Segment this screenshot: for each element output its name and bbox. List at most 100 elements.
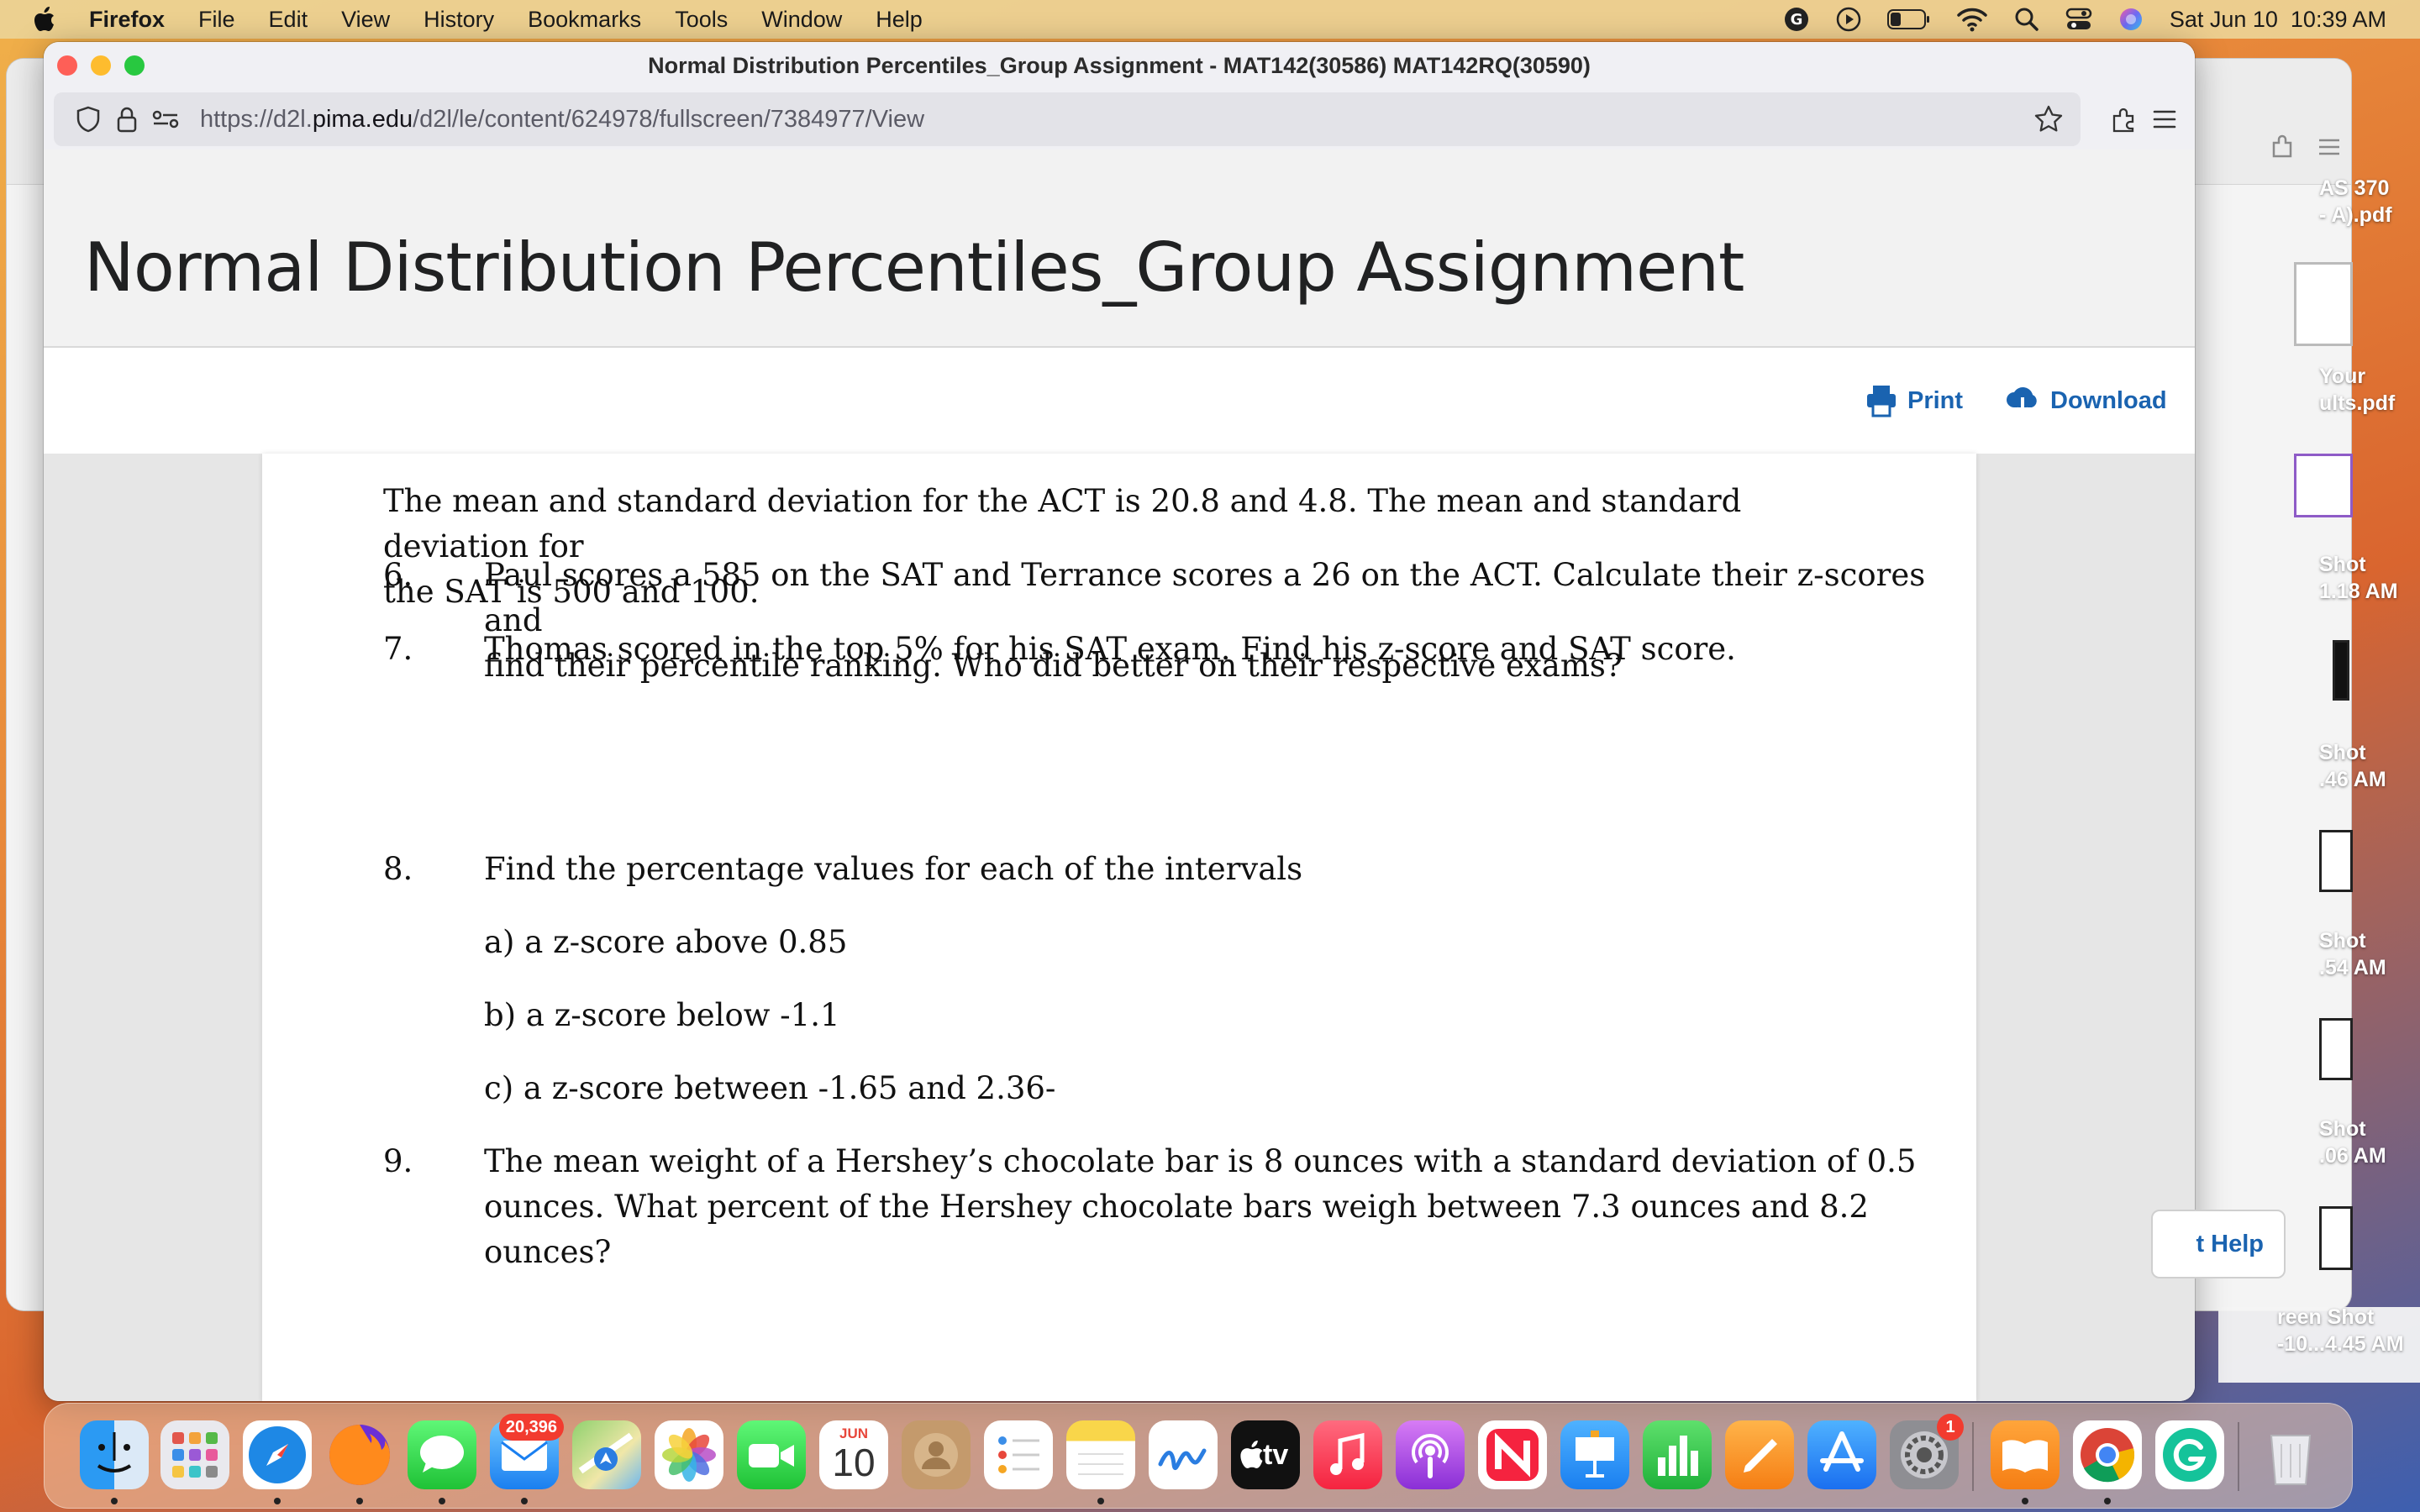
window-titlebar[interactable]: Normal Distribution Percentiles_Group As… <box>44 42 2195 89</box>
print-button[interactable]: Print <box>1865 380 1963 422</box>
maps-icon[interactable] <box>572 1420 641 1489</box>
question-part: a) a z-score above 0.85 <box>484 924 848 960</box>
desktop-file-thumbnail[interactable] <box>2319 830 2353 892</box>
spotlight-search-icon[interactable] <box>2013 6 2040 33</box>
numbers-icon[interactable] <box>1643 1420 1712 1489</box>
download-button[interactable]: Download <box>2005 380 2167 422</box>
calendar-month: JUN <box>839 1425 868 1441</box>
browser-window: Normal Distribution Percentiles_Group As… <box>44 42 2195 1401</box>
get-help-button[interactable]: t Help <box>2151 1210 2286 1278</box>
apple-logo-icon[interactable] <box>34 7 55 32</box>
desktop-file-label[interactable]: Shot 1.18 AM <box>2319 551 2420 605</box>
desktop-file-thumbnail[interactable] <box>2333 640 2349 701</box>
permissions-icon[interactable] <box>151 105 180 134</box>
question-text: Find the percentage values for each of t… <box>484 851 1303 887</box>
question-part: b) a z-score below -1.1 <box>484 997 840 1033</box>
wifi-icon[interactable] <box>1956 6 1988 33</box>
window-title: Normal Distribution Percentiles_Group As… <box>648 53 1591 78</box>
bookmark-star-icon[interactable] <box>2033 104 2064 134</box>
siri-icon[interactable] <box>2118 6 2144 33</box>
grammarly-status-icon[interactable]: G <box>1783 6 1810 33</box>
safari-icon[interactable] <box>243 1420 312 1489</box>
finder-icon[interactable] <box>80 1420 149 1489</box>
chrome-icon[interactable] <box>2073 1420 2142 1489</box>
menu-help[interactable]: Help <box>876 7 923 33</box>
news-icon[interactable] <box>1478 1420 1547 1489</box>
menu-bookmarks[interactable]: Bookmarks <box>528 7 641 33</box>
contacts-icon[interactable] <box>902 1420 971 1489</box>
running-indicator <box>1097 1498 1104 1504</box>
messages-icon[interactable] <box>408 1420 476 1489</box>
desktop-file-thumbnail[interactable] <box>2294 262 2353 346</box>
desktop-file-label[interactable]: Shot .46 AM <box>2319 739 2420 793</box>
menu-view[interactable]: View <box>341 7 390 33</box>
mail-icon[interactable]: 20,396 <box>490 1414 564 1489</box>
desktop-file-thumbnail[interactable] <box>2294 454 2353 517</box>
menu-bar-clock[interactable]: Sat Jun 10 10:39 AM <box>2170 7 2386 33</box>
hamburger-menu-icon[interactable] <box>2316 134 2343 160</box>
dock-separator <box>1972 1422 1974 1491</box>
trash-icon[interactable] <box>2256 1420 2325 1489</box>
firefox-icon[interactable] <box>325 1420 394 1489</box>
question-number: 8. <box>383 851 413 887</box>
freeform-icon[interactable] <box>1149 1420 1218 1489</box>
books-icon[interactable] <box>1991 1420 2060 1489</box>
running-indicator <box>439 1498 445 1504</box>
extensions-puzzle-icon[interactable] <box>2109 104 2139 134</box>
printer-icon <box>1867 386 1896 417</box>
question-part: c) a z-score between -1.65 and 2.36- <box>484 1070 1056 1106</box>
pages-icon[interactable] <box>1725 1420 1794 1489</box>
running-indicator <box>274 1498 281 1504</box>
dock-separator <box>2238 1422 2239 1491</box>
question-number: 6. <box>383 557 413 593</box>
music-icon[interactable] <box>1313 1420 1382 1489</box>
desktop-file-label[interactable]: Your ults.pdf <box>2319 363 2420 417</box>
menu-tools[interactable]: Tools <box>675 7 728 33</box>
address-bar[interactable]: https://d2l.pima.edu/d2l/le/content/6249… <box>54 92 2081 146</box>
settings-update-badge: 1 <box>1937 1414 1964 1441</box>
desktop-file-label[interactable]: Shot .54 AM <box>2319 927 2420 981</box>
running-indicator <box>2022 1498 2028 1504</box>
menu-app-name[interactable]: Firefox <box>89 7 165 33</box>
running-indicator <box>111 1498 118 1504</box>
apple-tv-icon[interactable]: tv <box>1231 1420 1300 1489</box>
media-play-icon[interactable] <box>1835 6 1862 33</box>
facetime-icon[interactable] <box>737 1420 806 1489</box>
lock-icon[interactable] <box>113 105 141 134</box>
url-text[interactable]: https://d2l.pima.edu/d2l/le/content/6249… <box>200 106 924 134</box>
desktop-file-thumbnail[interactable] <box>2319 1206 2353 1270</box>
calendar-icon[interactable]: JUN 10 <box>819 1420 888 1489</box>
question-text: Thomas scored in the top 5% for his SAT … <box>484 631 1736 667</box>
launchpad-icon[interactable] <box>160 1420 229 1489</box>
tracking-protection-shield-icon[interactable] <box>74 105 103 134</box>
download-label: Download <box>2050 386 2167 414</box>
desktop-file-label[interactable]: reen Shot -10...4.45 AM <box>2277 1304 2420 1357</box>
dock: 20,396 JUN 10 tv 1 <box>44 1403 2353 1509</box>
document-action-bar: Print Download <box>44 348 2195 454</box>
notes-icon[interactable] <box>1066 1420 1135 1489</box>
document-viewer[interactable]: The mean and standard deviation for the … <box>44 454 2195 1401</box>
app-menu-icon[interactable] <box>2149 104 2180 134</box>
control-center-icon[interactable] <box>2065 6 2092 33</box>
system-settings-icon[interactable]: 1 <box>1890 1414 1964 1489</box>
menu-file[interactable]: File <box>198 7 235 33</box>
photos-icon[interactable] <box>655 1420 723 1489</box>
battery-icon[interactable] <box>1886 6 1931 33</box>
apple-tv-label: tv <box>1263 1439 1289 1471</box>
svg-text:G: G <box>1790 11 1802 29</box>
menu-edit[interactable]: Edit <box>269 7 308 33</box>
grammarly-icon[interactable] <box>2155 1420 2224 1489</box>
keynote-icon[interactable] <box>1560 1420 1629 1489</box>
desktop-file-thumbnail[interactable] <box>2319 1018 2353 1080</box>
navigation-toolbar: https://d2l.pima.edu/d2l/le/content/6249… <box>44 89 2195 150</box>
podcasts-icon[interactable] <box>1396 1420 1465 1489</box>
extensions-icon[interactable] <box>2269 133 2297 161</box>
desktop-file-label[interactable]: Shot .06 AM <box>2319 1116 2420 1169</box>
desktop-file-label[interactable]: AS 370- A).pdf <box>2319 175 2420 228</box>
reminders-icon[interactable] <box>984 1420 1053 1489</box>
menu-history[interactable]: History <box>424 7 494 33</box>
app-store-icon[interactable] <box>1807 1420 1876 1489</box>
question-number: 7. <box>383 631 413 667</box>
menu-window[interactable]: Window <box>761 7 842 33</box>
running-indicator <box>356 1498 363 1504</box>
